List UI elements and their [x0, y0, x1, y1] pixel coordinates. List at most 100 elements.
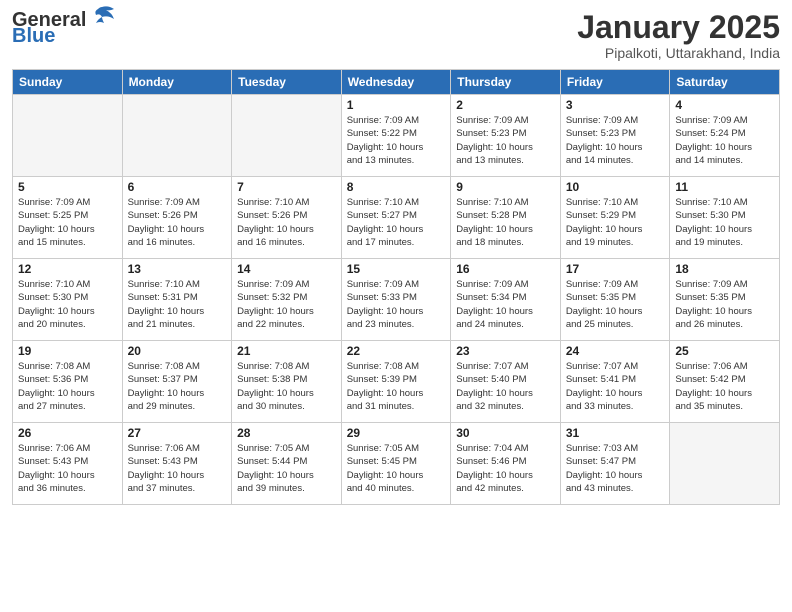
col-wednesday: Wednesday: [341, 70, 451, 95]
day-info: Sunrise: 7:10 AM Sunset: 5:31 PM Dayligh…: [128, 278, 227, 331]
table-row: 23 Sunrise: 7:07 AM Sunset: 5:40 PM Dayli…: [451, 341, 561, 423]
table-row: 8 Sunrise: 7:10 AM Sunset: 5:27 PM Daylig…: [341, 177, 451, 259]
col-tuesday: Tuesday: [232, 70, 342, 95]
day-info: Sunrise: 7:10 AM Sunset: 5:26 PM Dayligh…: [237, 196, 336, 249]
day-info: Sunrise: 7:09 AM Sunset: 5:35 PM Dayligh…: [566, 278, 665, 331]
day-info: Sunrise: 7:06 AM Sunset: 5:42 PM Dayligh…: [675, 360, 774, 413]
table-row: [13, 95, 123, 177]
calendar-table: Sunday Monday Tuesday Wednesday Thursday…: [12, 69, 780, 505]
day-number: 8: [347, 180, 446, 194]
table-row: 20 Sunrise: 7:08 AM Sunset: 5:37 PM Dayli…: [122, 341, 232, 423]
calendar-week-row: 26Sunrise: 7:06 AM Sunset: 5:43 PM Dayli…: [13, 423, 780, 505]
day-info: Sunrise: 7:09 AM Sunset: 5:23 PM Dayligh…: [456, 114, 555, 167]
col-friday: Friday: [560, 70, 670, 95]
day-info: Sunrise: 7:09 AM Sunset: 5:33 PM Dayligh…: [347, 278, 446, 331]
table-row: 19 Sunrise: 7:08 AM Sunset: 5:36 PM Dayli…: [13, 341, 123, 423]
day-number: 20: [128, 344, 227, 358]
day-info: Sunrise: 7:08 AM Sunset: 5:37 PM Dayligh…: [128, 360, 227, 413]
day-number: 15: [347, 262, 446, 276]
table-row: 26Sunrise: 7:06 AM Sunset: 5:43 PM Dayli…: [13, 423, 123, 505]
table-row: 30 Sunrise: 7:04 AM Sunset: 5:46 PM Dayli…: [451, 423, 561, 505]
table-row: 16Sunrise: 7:09 AM Sunset: 5:34 PM Dayli…: [451, 259, 561, 341]
day-number: 30: [456, 426, 555, 440]
day-number: 11: [675, 180, 774, 194]
day-info: Sunrise: 7:09 AM Sunset: 5:34 PM Dayligh…: [456, 278, 555, 331]
calendar-week-row: 12Sunrise: 7:10 AM Sunset: 5:30 PM Dayli…: [13, 259, 780, 341]
day-info: Sunrise: 7:04 AM Sunset: 5:46 PM Dayligh…: [456, 442, 555, 495]
day-number: 18: [675, 262, 774, 276]
day-number: 3: [566, 98, 665, 112]
table-row: 1 Sunrise: 7:09 AM Sunset: 5:22 PM Daylig…: [341, 95, 451, 177]
day-number: 23: [456, 344, 555, 358]
day-info: Sunrise: 7:09 AM Sunset: 5:23 PM Dayligh…: [566, 114, 665, 167]
month-title: January 2025: [577, 10, 780, 45]
table-row: 28Sunrise: 7:05 AM Sunset: 5:44 PM Dayli…: [232, 423, 342, 505]
day-number: 12: [18, 262, 117, 276]
day-number: 14: [237, 262, 336, 276]
table-row: 13 Sunrise: 7:10 AM Sunset: 5:31 PM Dayli…: [122, 259, 232, 341]
day-number: 7: [237, 180, 336, 194]
table-row: 7 Sunrise: 7:10 AM Sunset: 5:26 PM Daylig…: [232, 177, 342, 259]
table-row: 22Sunrise: 7:08 AM Sunset: 5:39 PM Dayli…: [341, 341, 451, 423]
table-row: 5 Sunrise: 7:09 AM Sunset: 5:25 PM Daylig…: [13, 177, 123, 259]
table-row: [670, 423, 780, 505]
table-row: 2 Sunrise: 7:09 AM Sunset: 5:23 PM Daylig…: [451, 95, 561, 177]
day-info: Sunrise: 7:09 AM Sunset: 5:24 PM Dayligh…: [675, 114, 774, 167]
day-number: 13: [128, 262, 227, 276]
col-saturday: Saturday: [670, 70, 780, 95]
table-row: 11Sunrise: 7:10 AM Sunset: 5:30 PM Dayli…: [670, 177, 780, 259]
day-number: 9: [456, 180, 555, 194]
day-info: Sunrise: 7:07 AM Sunset: 5:41 PM Dayligh…: [566, 360, 665, 413]
day-info: Sunrise: 7:05 AM Sunset: 5:45 PM Dayligh…: [347, 442, 446, 495]
col-sunday: Sunday: [13, 70, 123, 95]
page-container: General Blue January 2025 Pipalkoti, Utt…: [0, 0, 792, 513]
day-number: 22: [347, 344, 446, 358]
day-info: Sunrise: 7:03 AM Sunset: 5:47 PM Dayligh…: [566, 442, 665, 495]
day-info: Sunrise: 7:09 AM Sunset: 5:25 PM Dayligh…: [18, 196, 117, 249]
day-info: Sunrise: 7:10 AM Sunset: 5:27 PM Dayligh…: [347, 196, 446, 249]
calendar-header-row: Sunday Monday Tuesday Wednesday Thursday…: [13, 70, 780, 95]
logo-blue-text: Blue: [12, 26, 55, 46]
day-info: Sunrise: 7:10 AM Sunset: 5:28 PM Dayligh…: [456, 196, 555, 249]
day-number: 24: [566, 344, 665, 358]
table-row: 10 Sunrise: 7:10 AM Sunset: 5:29 PM Dayli…: [560, 177, 670, 259]
table-row: 21 Sunrise: 7:08 AM Sunset: 5:38 PM Dayli…: [232, 341, 342, 423]
location: Pipalkoti, Uttarakhand, India: [577, 45, 780, 61]
day-info: Sunrise: 7:08 AM Sunset: 5:38 PM Dayligh…: [237, 360, 336, 413]
table-row: 4 Sunrise: 7:09 AM Sunset: 5:24 PM Daylig…: [670, 95, 780, 177]
col-monday: Monday: [122, 70, 232, 95]
day-info: Sunrise: 7:09 AM Sunset: 5:35 PM Dayligh…: [675, 278, 774, 331]
day-number: 4: [675, 98, 774, 112]
table-row: 31Sunrise: 7:03 AM Sunset: 5:47 PM Dayli…: [560, 423, 670, 505]
day-info: Sunrise: 7:08 AM Sunset: 5:36 PM Dayligh…: [18, 360, 117, 413]
day-number: 19: [18, 344, 117, 358]
day-info: Sunrise: 7:06 AM Sunset: 5:43 PM Dayligh…: [128, 442, 227, 495]
day-number: 2: [456, 98, 555, 112]
day-info: Sunrise: 7:07 AM Sunset: 5:40 PM Dayligh…: [456, 360, 555, 413]
table-row: 15 Sunrise: 7:09 AM Sunset: 5:33 PM Dayli…: [341, 259, 451, 341]
day-number: 17: [566, 262, 665, 276]
table-row: 12Sunrise: 7:10 AM Sunset: 5:30 PM Dayli…: [13, 259, 123, 341]
header: General Blue January 2025 Pipalkoti, Utt…: [12, 10, 780, 61]
table-row: 25 Sunrise: 7:06 AM Sunset: 5:42 PM Dayli…: [670, 341, 780, 423]
calendar-week-row: 1 Sunrise: 7:09 AM Sunset: 5:22 PM Daylig…: [13, 95, 780, 177]
day-info: Sunrise: 7:06 AM Sunset: 5:43 PM Dayligh…: [18, 442, 117, 495]
day-number: 5: [18, 180, 117, 194]
day-number: 27: [128, 426, 227, 440]
table-row: 6Sunrise: 7:09 AM Sunset: 5:26 PM Daylig…: [122, 177, 232, 259]
day-number: 1: [347, 98, 446, 112]
table-row: [122, 95, 232, 177]
calendar-week-row: 19 Sunrise: 7:08 AM Sunset: 5:36 PM Dayli…: [13, 341, 780, 423]
day-number: 25: [675, 344, 774, 358]
day-number: 10: [566, 180, 665, 194]
day-info: Sunrise: 7:09 AM Sunset: 5:22 PM Dayligh…: [347, 114, 446, 167]
day-number: 21: [237, 344, 336, 358]
col-thursday: Thursday: [451, 70, 561, 95]
title-block: January 2025 Pipalkoti, Uttarakhand, Ind…: [577, 10, 780, 61]
day-info: Sunrise: 7:10 AM Sunset: 5:29 PM Dayligh…: [566, 196, 665, 249]
table-row: 14Sunrise: 7:09 AM Sunset: 5:32 PM Dayli…: [232, 259, 342, 341]
day-number: 29: [347, 426, 446, 440]
day-number: 28: [237, 426, 336, 440]
day-info: Sunrise: 7:09 AM Sunset: 5:26 PM Dayligh…: [128, 196, 227, 249]
logo: General Blue: [12, 10, 116, 46]
